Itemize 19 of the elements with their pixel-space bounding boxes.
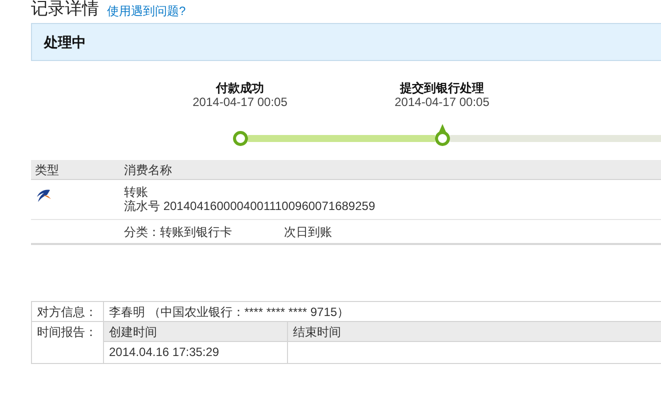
page-title: 记录详情: [31, 0, 99, 19]
step-time: 2014-04-17 00:05: [394, 95, 490, 109]
party-value: 李春明 （中国农业银行：**** **** **** 9715）: [108, 304, 350, 321]
arrival-text: 次日到账: [284, 224, 332, 240]
step-label: 提交到银行处理: [400, 81, 484, 95]
time-column-header: 创建时间: [104, 322, 288, 341]
category-text: 分类：转账到银行卡: [124, 224, 233, 240]
party-label: 对方信息：: [32, 302, 104, 321]
time-cell: 2014.04.16 17:35:29: [104, 342, 288, 363]
step-label: 付款成功: [216, 81, 264, 95]
column-header: 消费名称: [124, 162, 172, 178]
help-link[interactable]: 使用遇到问题?: [107, 3, 186, 19]
time-column-header: 结束时间: [292, 324, 342, 341]
status-banner: 处理中: [31, 23, 661, 61]
serial-number: 流水号 20140416000040011100960071689259: [124, 199, 376, 213]
step-time: 2014-04-17 00:05: [192, 95, 288, 109]
record-name: 转账: [124, 185, 149, 199]
bird-icon: [36, 189, 52, 203]
column-header: 类型: [34, 162, 60, 178]
